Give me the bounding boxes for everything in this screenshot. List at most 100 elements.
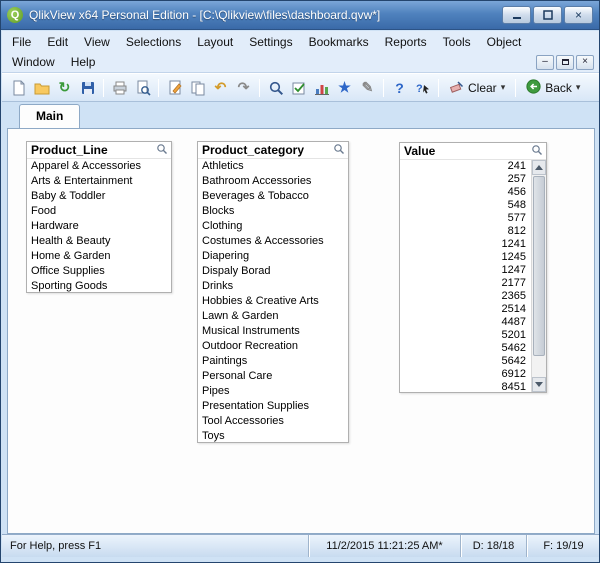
list-item[interactable]: 2365	[400, 290, 531, 303]
menu-item[interactable]: Window	[4, 52, 63, 72]
maximize-button[interactable]	[533, 6, 562, 24]
list-item[interactable]: Sporting Goods	[27, 279, 171, 294]
list-item[interactable]: Diapering	[198, 249, 348, 264]
list-item[interactable]: Health & Beauty	[27, 234, 171, 249]
print-icon[interactable]	[109, 77, 130, 99]
list-item[interactable]: Hobbies & Creative Arts	[198, 294, 348, 309]
list-item[interactable]: 456	[400, 186, 531, 199]
list-item[interactable]: 2177	[400, 277, 531, 290]
listbox-caption[interactable]: Product_category	[198, 142, 348, 159]
help-icon[interactable]: ?	[389, 77, 410, 99]
title-bar[interactable]: Q QlikView x64 Personal Edition - [C:\Ql…	[1, 1, 599, 30]
search-icon[interactable]	[156, 143, 168, 158]
copy-icon[interactable]	[187, 77, 208, 99]
clear-button[interactable]: Clear ▾	[443, 77, 511, 99]
list-item[interactable]: 241	[400, 160, 531, 173]
save-icon[interactable]	[77, 77, 98, 99]
scrollbar-thumb[interactable]	[533, 176, 545, 356]
menu-item[interactable]: Tools	[435, 32, 479, 52]
window-title: QlikView x64 Personal Edition - [C:\Qlik…	[29, 8, 381, 22]
list-item[interactable]: Baby & Toddler	[27, 189, 171, 204]
listbox-caption[interactable]: Product_Line	[27, 142, 171, 159]
list-item[interactable]: Personal Care	[198, 369, 348, 384]
list-item[interactable]: Paintings	[198, 354, 348, 369]
open-folder-icon[interactable]	[31, 77, 52, 99]
menu-item[interactable]: File	[4, 32, 39, 52]
list-item[interactable]: 1245	[400, 251, 531, 264]
menu-item[interactable]: Layout	[189, 32, 241, 52]
list-item[interactable]: 4487	[400, 316, 531, 329]
mdi-close-button[interactable]: ×	[576, 54, 594, 70]
new-document-icon[interactable]	[8, 77, 29, 99]
list-item[interactable]: Apparel & Accessories	[27, 159, 171, 174]
clear-button-label: Clear	[468, 80, 497, 95]
list-item[interactable]: 812	[400, 225, 531, 238]
current-selections-icon[interactable]	[288, 77, 309, 99]
chart-wizard-icon[interactable]	[311, 77, 332, 99]
search-icon[interactable]	[265, 77, 286, 99]
menu-item[interactable]: Object	[479, 32, 530, 52]
close-button[interactable]: ×	[564, 6, 593, 24]
list-item[interactable]: Clothing	[198, 219, 348, 234]
list-item[interactable]: Arts & Entertainment	[27, 174, 171, 189]
design-pencil-icon[interactable]: ✎	[357, 77, 378, 99]
list-item[interactable]: 257	[400, 173, 531, 186]
edit-script-icon[interactable]	[164, 77, 185, 99]
print-preview-icon[interactable]	[132, 77, 153, 99]
bookmark-star-icon[interactable]: ★	[334, 77, 355, 99]
list-item[interactable]: Food	[27, 204, 171, 219]
mdi-restore-button[interactable]	[556, 54, 574, 70]
list-item[interactable]: Home & Garden	[27, 249, 171, 264]
list-item[interactable]: Toys	[198, 429, 348, 444]
search-icon[interactable]	[531, 144, 543, 159]
mdi-minimize-button[interactable]: –	[536, 54, 554, 70]
list-item[interactable]: Musical Instruments	[198, 324, 348, 339]
triangle-down-icon	[535, 382, 543, 387]
menu-item[interactable]: Bookmarks	[301, 32, 377, 52]
back-button[interactable]: Back ▾	[520, 77, 586, 99]
list-item[interactable]: Lawn & Garden	[198, 309, 348, 324]
list-item[interactable]: 1247	[400, 264, 531, 277]
listbox-caption[interactable]: Value	[400, 143, 546, 160]
list-item[interactable]: Pipes	[198, 384, 348, 399]
reload-icon[interactable]: ↻	[54, 77, 75, 99]
context-help-icon[interactable]: ?	[412, 77, 433, 99]
list-item[interactable]: 548	[400, 199, 531, 212]
list-item[interactable]: Dispaly Borad	[198, 264, 348, 279]
vertical-scrollbar[interactable]	[531, 160, 546, 392]
menu-bar: File Edit View Selections Layout Settings Book…	[2, 31, 599, 52]
menu-item[interactable]: View	[76, 32, 118, 52]
list-item[interactable]: Presentation Supplies	[198, 399, 348, 414]
search-icon[interactable]	[333, 143, 345, 158]
tab-main[interactable]: Main	[19, 104, 81, 128]
list-item[interactable]: Blocks	[198, 204, 348, 219]
scroll-down-button[interactable]	[532, 377, 546, 392]
list-item[interactable]: Bathroom Accessories	[198, 174, 348, 189]
list-item[interactable]: Office Supplies	[27, 264, 171, 279]
list-item[interactable]: Athletics	[198, 159, 348, 174]
list-item[interactable]: 2514	[400, 303, 531, 316]
list-item[interactable]: 577	[400, 212, 531, 225]
menu-item[interactable]: Reports	[377, 32, 435, 52]
undo-icon[interactable]: ↶	[210, 77, 231, 99]
list-item[interactable]: 5462	[400, 342, 531, 355]
list-item[interactable]: Beverages & Tobacco	[198, 189, 348, 204]
list-item[interactable]: 6912	[400, 368, 531, 381]
list-item[interactable]: 8451	[400, 381, 531, 394]
menu-item[interactable]: Edit	[39, 32, 76, 52]
menu-item[interactable]: Selections	[118, 32, 189, 52]
back-arrow-icon	[526, 78, 541, 97]
list-item[interactable]: Costumes & Accessories	[198, 234, 348, 249]
list-item[interactable]: 5201	[400, 329, 531, 342]
list-item[interactable]: Drinks	[198, 279, 348, 294]
menu-item[interactable]: Help	[63, 52, 104, 72]
list-item[interactable]: 5642	[400, 355, 531, 368]
list-item[interactable]: Outdoor Recreation	[198, 339, 348, 354]
redo-icon[interactable]: ↷	[233, 77, 254, 99]
list-item[interactable]: 1241	[400, 238, 531, 251]
minimize-button[interactable]	[502, 6, 531, 24]
scroll-up-button[interactable]	[532, 160, 546, 175]
list-item[interactable]: Tool Accessories	[198, 414, 348, 429]
menu-item[interactable]: Settings	[241, 32, 300, 52]
list-item[interactable]: Hardware	[27, 219, 171, 234]
